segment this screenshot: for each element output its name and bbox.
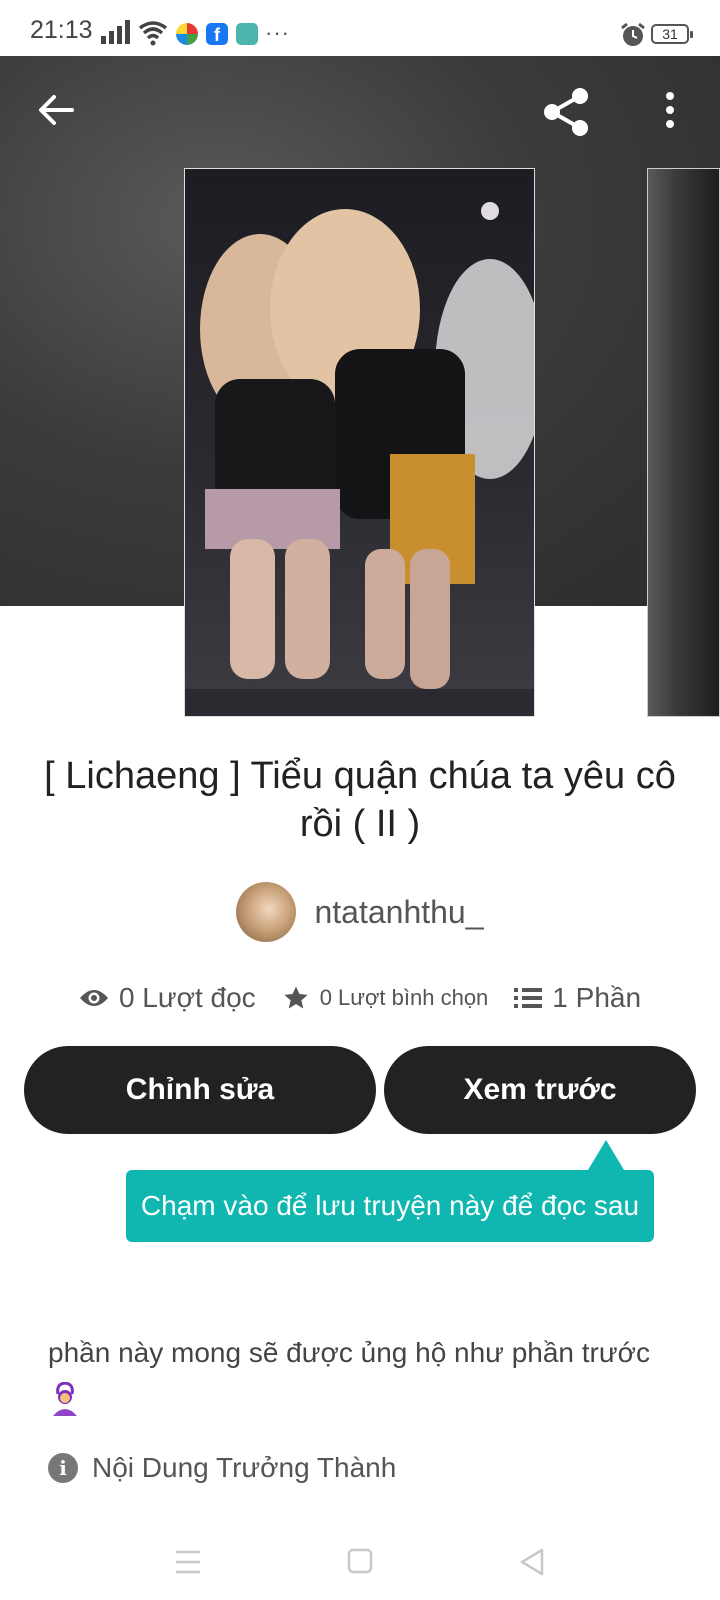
battery-icon: 31 xyxy=(651,24,693,44)
tooltip-pointer xyxy=(588,1140,624,1170)
info-icon: i xyxy=(48,1453,78,1483)
system-navigation-bar xyxy=(0,1528,720,1600)
app-icon-colorful xyxy=(176,23,198,45)
parts-stat[interactable]: 1 Phần xyxy=(514,982,641,1014)
wifi-icon xyxy=(138,21,168,46)
home-nav-icon[interactable] xyxy=(340,1544,380,1580)
app-icon-green xyxy=(236,23,258,45)
person-gesturing-ok-emoji-icon xyxy=(53,1381,77,1416)
votes-count: 0 Lượt bình chọn xyxy=(319,985,489,1010)
author-avatar[interactable] xyxy=(236,882,297,942)
description-text: phần này mong sẽ được ủng hộ như phần tr… xyxy=(48,1337,650,1368)
reads-count: 0 Lượt đọc xyxy=(118,982,256,1013)
star-icon xyxy=(284,986,308,1009)
menu-nav-icon[interactable] xyxy=(168,1544,208,1580)
clock-time: 21:13 xyxy=(30,16,93,44)
battery-level: 31 xyxy=(662,26,678,42)
story-title: [ Lichaeng ] Tiểu quận chúa ta yêu cô rồ… xyxy=(44,755,676,845)
status-bar: 21:13 f ··· 31 xyxy=(0,0,720,56)
back-nav-icon[interactable] xyxy=(512,1544,552,1580)
mature-content-row[interactable]: i Nội Dung Trưởng Thành xyxy=(48,1448,396,1488)
cover-artwork xyxy=(185,202,534,716)
signal-icon xyxy=(101,20,130,44)
eye-icon xyxy=(79,990,108,1006)
reads-stat: 0 Lượt đọc xyxy=(79,982,256,1014)
story-cover-image[interactable] xyxy=(184,168,535,717)
author-row[interactable]: ntatanhthu_ xyxy=(0,880,720,944)
alarm-icon xyxy=(621,22,645,46)
facebook-icon: f xyxy=(206,23,228,45)
next-story-cover-peek[interactable] xyxy=(647,168,720,717)
edit-button[interactable]: Chỉnh sửa xyxy=(24,1046,376,1134)
save-for-later-tooltip[interactable]: Chạm vào để lưu truyện này để đọc sau xyxy=(126,1170,654,1242)
author-name[interactable]: ntatanhthu_ xyxy=(314,894,483,931)
more-notifications-icon: ··· xyxy=(265,20,290,45)
arrow-left-icon[interactable] xyxy=(36,90,76,130)
preview-button[interactable]: Xem trước xyxy=(384,1046,696,1134)
votes-stat: 0 Lượt bình chọn xyxy=(282,984,489,1012)
parts-count[interactable]: 1 Phần xyxy=(552,982,641,1014)
more-vertical-icon[interactable] xyxy=(660,90,680,130)
story-description: phần này mong sẽ được ủng hộ như phần tr… xyxy=(48,1332,678,1416)
list-icon xyxy=(514,988,543,1008)
story-stats: 0 Lượt đọc 0 Lượt bình chọn 1 Phần xyxy=(0,976,720,1020)
mature-content-label: Nội Dung Trưởng Thành xyxy=(92,1452,397,1483)
share-icon[interactable] xyxy=(540,86,592,138)
